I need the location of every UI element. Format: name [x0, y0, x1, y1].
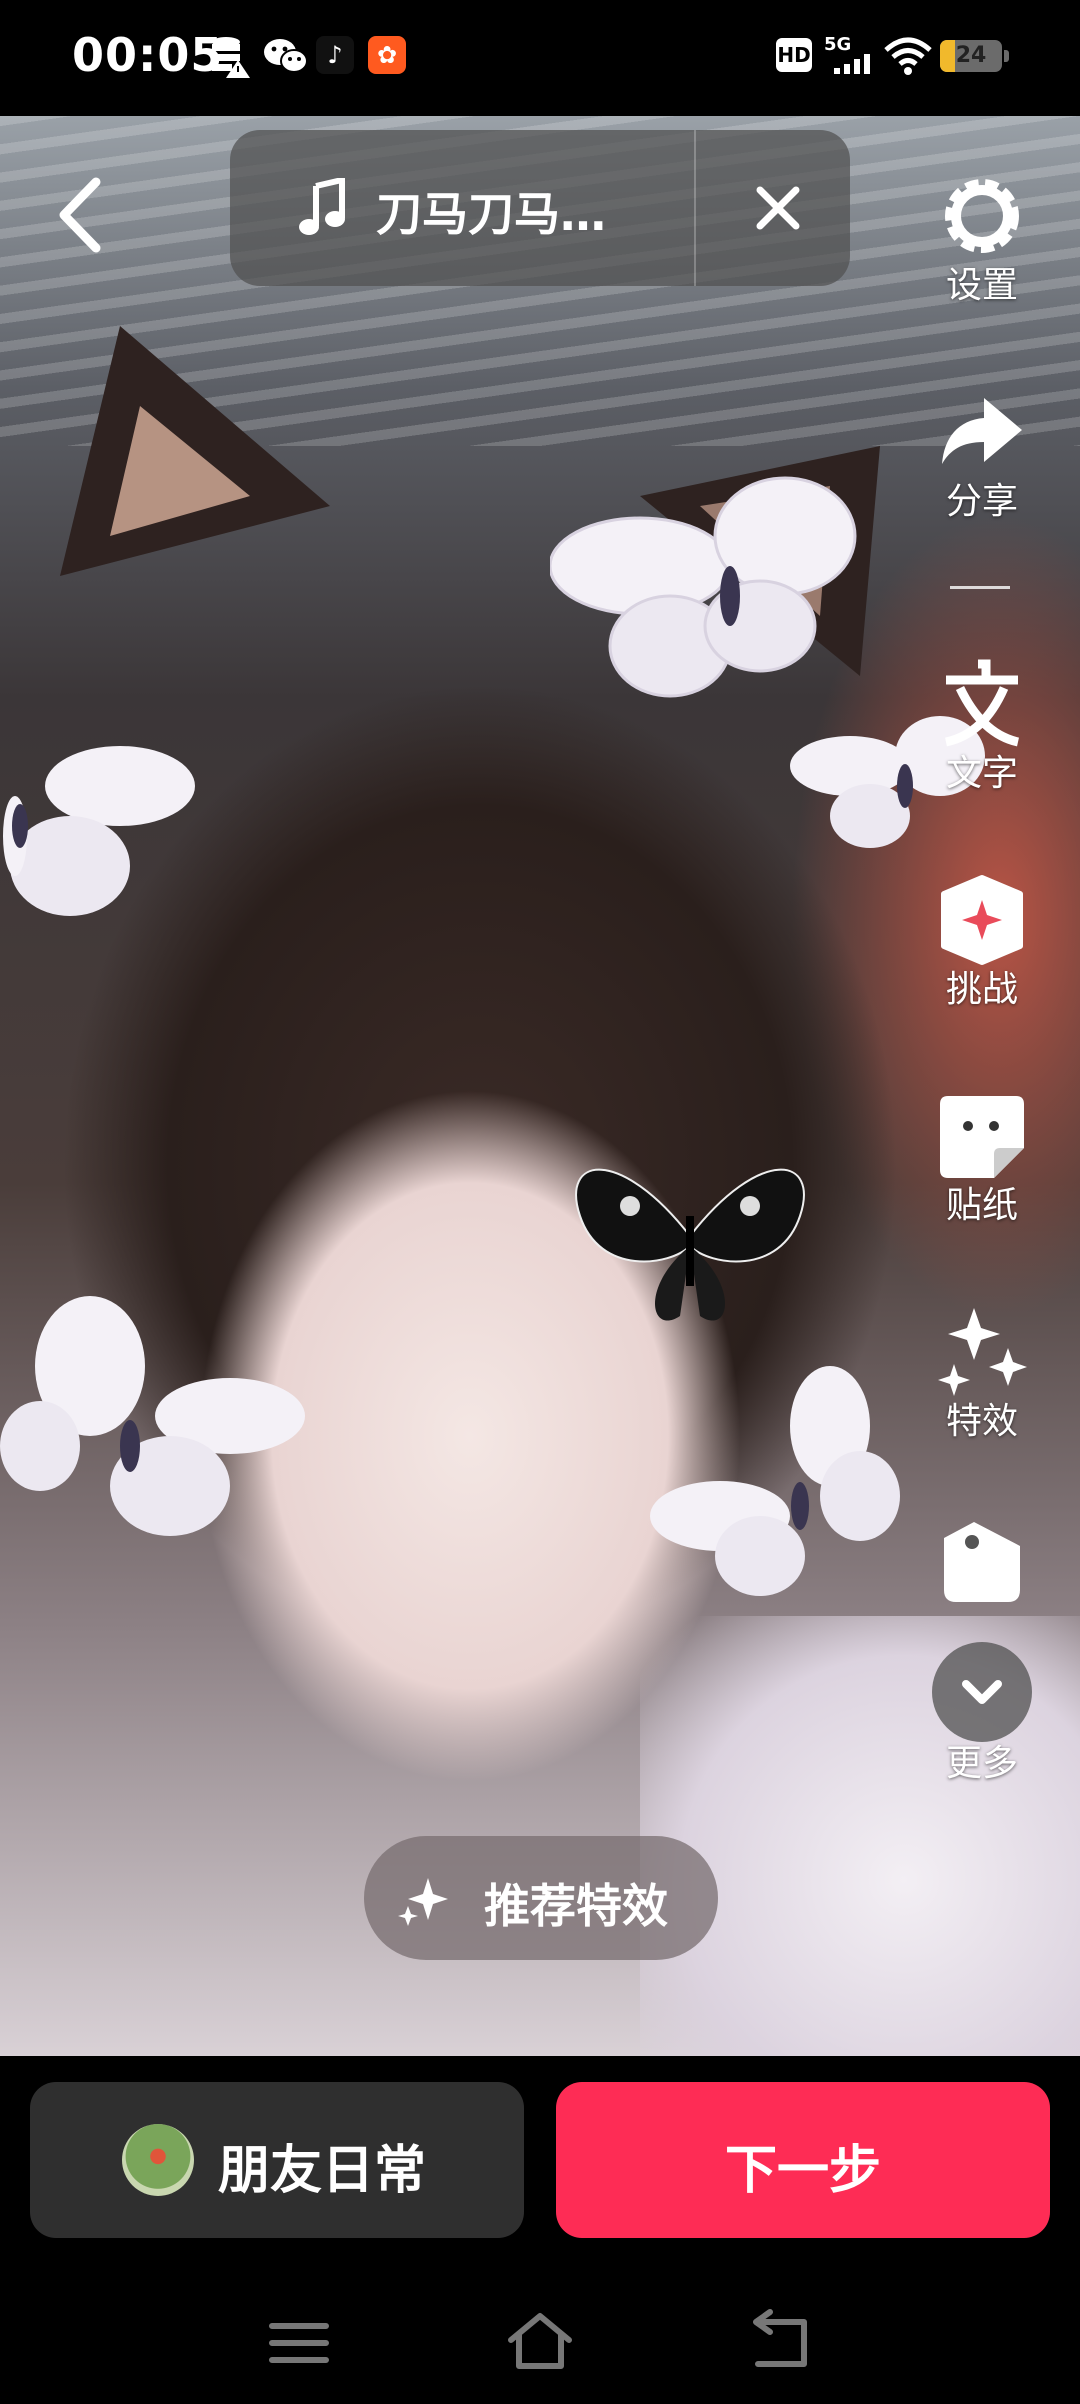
signal-icon [834, 54, 870, 74]
black-butterfly-sticker [575, 1168, 805, 1321]
home-icon[interactable] [505, 2308, 575, 2378]
butterfly-sticker [3, 746, 195, 916]
tool-label: 挑战 [945, 969, 1018, 1010]
tool-more[interactable]: 更多 [918, 1642, 1046, 1786]
battery-indicator: 24 [940, 40, 1002, 72]
music-note-icon [299, 178, 345, 235]
challenge-icon [941, 875, 1023, 965]
wechat-icon [264, 39, 308, 73]
next-step-label: 下一步 [724, 2141, 881, 2201]
tool-text[interactable]: 文字 [918, 656, 1046, 796]
tool-tag[interactable] [918, 1516, 1046, 1612]
tool-label: 更多 [945, 1743, 1018, 1784]
tool-challenge[interactable]: 挑战 [918, 872, 1046, 1012]
battery-level: 24 [955, 43, 987, 68]
more-button[interactable] [932, 1642, 1032, 1742]
music-title: 刀马刀马… [376, 187, 606, 241]
close-icon[interactable] [740, 170, 816, 246]
music-selector[interactable]: 刀马刀马… [230, 130, 850, 286]
tool-label: 特效 [945, 1401, 1018, 1442]
camera-preview[interactable]: 刀马刀马… 设置 分享 文字 挑战 贴纸 特效 更多 推荐特效 [0, 116, 1080, 2056]
tiktok-icon: ♪ [316, 36, 354, 74]
music-divider [694, 130, 696, 286]
network-type: 5G [824, 34, 852, 55]
database-warning-icon [212, 37, 250, 78]
recommend-effects-button[interactable]: 推荐特效 [364, 1836, 718, 1960]
sparkle-icon [938, 1308, 1027, 1396]
sticker-icon [940, 1096, 1024, 1178]
tool-settings[interactable]: 设置 [918, 168, 1046, 308]
sparkle-icon [398, 1878, 448, 1926]
tool-share[interactable]: 分享 [918, 384, 1046, 524]
text-icon [944, 659, 1020, 747]
friend-daily-button[interactable]: 朋友日常 [30, 2082, 524, 2238]
tool-label: 文字 [945, 753, 1018, 794]
tool-effects[interactable]: 特效 [918, 1304, 1046, 1444]
tag-icon [944, 1522, 1020, 1602]
tool-separator [950, 586, 1010, 589]
battery-cap [1004, 50, 1009, 62]
tool-label: 设置 [945, 265, 1018, 306]
friend-daily-label: 朋友日常 [218, 2141, 427, 2201]
wifi-icon [884, 37, 932, 75]
back-button[interactable] [44, 170, 114, 260]
tool-label: 分享 [945, 481, 1018, 522]
gear-icon [945, 179, 1019, 253]
clock: 00:05 [72, 28, 224, 82]
butterfly-sticker [550, 476, 857, 698]
next-step-button[interactable]: 下一步 [556, 2082, 1050, 2238]
kuaishou-icon: ✿ [368, 36, 406, 74]
back-nav-icon[interactable] [746, 2308, 816, 2378]
recommend-effects-label: 推荐特效 [484, 1879, 668, 1933]
menu-icon[interactable] [264, 2308, 334, 2378]
tool-sticker[interactable]: 贴纸 [918, 1088, 1046, 1228]
tool-label: 贴纸 [945, 1185, 1018, 1226]
bottom-bar: 朋友日常 下一步 [0, 2056, 1080, 2404]
chevron-down-icon [962, 1680, 1002, 1704]
butterfly-sticker [650, 1366, 900, 1596]
avatar [122, 2124, 194, 2196]
share-arrow-icon [942, 398, 1022, 464]
butterfly-sticker [0, 1296, 305, 1536]
hd-badge: HD [776, 38, 812, 72]
status-bar: 00:05 ♪ ✿ HD 5G 24 [0, 0, 1080, 116]
